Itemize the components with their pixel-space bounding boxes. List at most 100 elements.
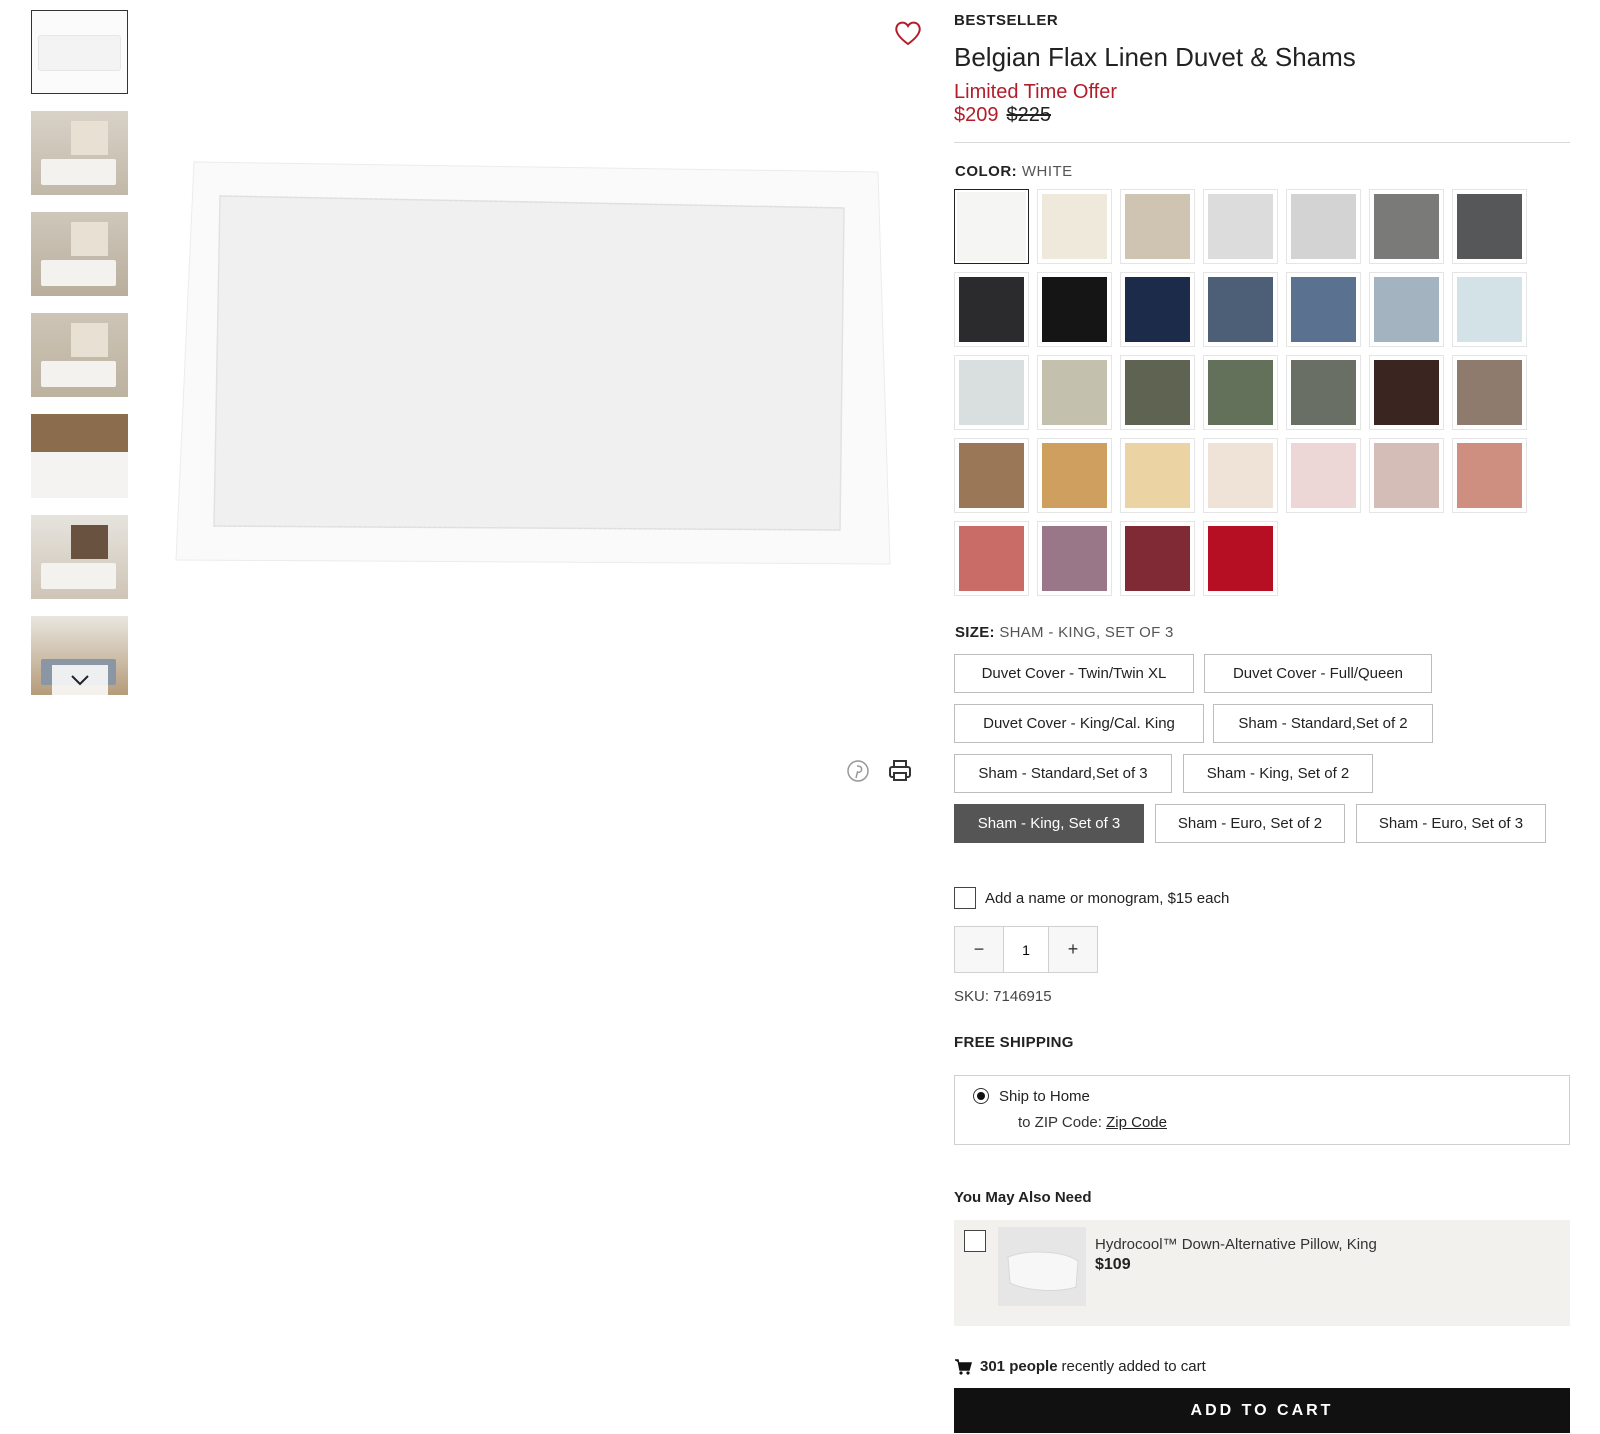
recent-text: recently added to cart — [1061, 1358, 1206, 1375]
add-to-cart-button[interactable]: ADD TO CART — [954, 1388, 1570, 1433]
divider — [954, 142, 1570, 143]
size-option-duvet-twin[interactable]: Duvet Cover - Twin/Twin XL — [954, 654, 1194, 693]
color-swatch[interactable] — [954, 521, 1029, 596]
thumbnail-5[interactable] — [31, 414, 128, 498]
size-option-sham-king-2[interactable]: Sham - King, Set of 2 — [1183, 754, 1373, 793]
swatch-fill — [1125, 277, 1190, 342]
swatch-fill — [1042, 360, 1107, 425]
color-swatch[interactable] — [1037, 272, 1112, 347]
size-option-sham-king-3[interactable]: Sham - King, Set of 3 — [954, 804, 1144, 843]
also-need-checkbox[interactable] — [964, 1230, 986, 1252]
swatch-fill — [1125, 360, 1190, 425]
color-swatch[interactable] — [954, 355, 1029, 430]
swatch-fill — [1042, 526, 1107, 591]
swatch-fill — [1457, 194, 1522, 259]
color-value: WHITE — [1021, 163, 1073, 180]
recently-added: 301 people recently added to cart — [954, 1358, 1206, 1375]
swatch-fill — [1208, 526, 1273, 591]
swatch-fill — [957, 192, 1026, 261]
swatch-fill — [959, 443, 1024, 508]
monogram-checkbox[interactable] — [954, 887, 976, 909]
color-swatch[interactable] — [954, 189, 1029, 264]
swatch-fill — [1291, 360, 1356, 425]
swatch-fill — [1042, 277, 1107, 342]
color-swatch[interactable] — [1203, 189, 1278, 264]
color-label: COLOR: WHITE — [955, 163, 1073, 180]
also-need-price: $109 — [1095, 1256, 1131, 1273]
quantity-input[interactable] — [1003, 927, 1049, 972]
color-swatch[interactable] — [954, 438, 1029, 513]
thumbnail-7[interactable] — [31, 616, 128, 695]
color-swatch[interactable] — [1452, 189, 1527, 264]
swatch-fill — [1374, 360, 1439, 425]
also-need-name[interactable]: Hydrocool™ Down-Alternative Pillow, King — [1095, 1236, 1377, 1253]
chevron-down-icon — [71, 675, 89, 686]
thumbnail-scroll-down[interactable] — [52, 665, 108, 695]
color-swatch[interactable] — [1286, 272, 1361, 347]
color-swatch[interactable] — [1369, 272, 1444, 347]
swatch-fill — [1457, 360, 1522, 425]
quantity-increase-button[interactable]: + — [1049, 927, 1097, 972]
offer-label: Limited Time Offer — [954, 81, 1118, 103]
thumbnail-2[interactable] — [31, 111, 128, 195]
size-option-sham-euro-3[interactable]: Sham - Euro, Set of 3 — [1356, 804, 1546, 843]
thumbnail-1[interactable] — [31, 10, 128, 94]
also-need-item: Hydrocool™ Down-Alternative Pillow, King… — [954, 1220, 1570, 1326]
size-option-duvet-full-queen[interactable]: Duvet Cover - Full/Queen — [1204, 654, 1432, 693]
color-swatch[interactable] — [1286, 355, 1361, 430]
thumbnail-4[interactable] — [31, 313, 128, 397]
swatch-fill — [1374, 194, 1439, 259]
swatch-fill — [1457, 277, 1522, 342]
sku-text: SKU: 7146915 — [954, 988, 1052, 1005]
color-swatch[interactable] — [1452, 438, 1527, 513]
color-swatch[interactable] — [1369, 438, 1444, 513]
color-swatch[interactable] — [1037, 189, 1112, 264]
color-swatch[interactable] — [1120, 355, 1195, 430]
color-swatch[interactable] — [1120, 272, 1195, 347]
size-option-duvet-king[interactable]: Duvet Cover - King/Cal. King — [954, 704, 1204, 743]
size-option-sham-standard-3[interactable]: Sham - Standard,Set of 3 — [954, 754, 1172, 793]
color-swatch[interactable] — [1037, 355, 1112, 430]
swatch-fill — [1125, 443, 1190, 508]
quantity-decrease-button[interactable]: − — [955, 927, 1003, 972]
monogram-option: Add a name or monogram, $15 each — [954, 887, 1229, 909]
color-swatch[interactable] — [1037, 438, 1112, 513]
heart-icon[interactable] — [893, 18, 923, 48]
color-swatch[interactable] — [1203, 355, 1278, 430]
color-swatch[interactable] — [1203, 438, 1278, 513]
swatch-fill — [1042, 194, 1107, 259]
color-swatch[interactable] — [1452, 355, 1527, 430]
pinterest-icon[interactable] — [846, 759, 870, 783]
size-option-sham-standard-2[interactable]: Sham - Standard,Set of 2 — [1213, 704, 1433, 743]
thumbnail-3[interactable] — [31, 212, 128, 296]
zip-prefix: to ZIP Code: — [1018, 1114, 1102, 1131]
color-swatch[interactable] — [1120, 438, 1195, 513]
thumbnail-6[interactable] — [31, 515, 128, 599]
color-swatch[interactable] — [1369, 355, 1444, 430]
shipping-heading: FREE SHIPPING — [954, 1034, 1074, 1051]
color-swatch[interactable] — [1203, 521, 1278, 596]
color-swatch[interactable] — [1037, 521, 1112, 596]
swatch-fill — [1208, 360, 1273, 425]
swatch-fill — [959, 360, 1024, 425]
price: $209 $225 — [954, 104, 1051, 127]
color-swatch[interactable] — [1286, 189, 1361, 264]
pillow-thumbnail[interactable] — [998, 1227, 1086, 1306]
price-original: $225 — [1006, 104, 1052, 126]
swatch-fill — [1208, 277, 1273, 342]
color-swatch[interactable] — [1203, 272, 1278, 347]
product-image — [175, 161, 891, 565]
color-swatch[interactable] — [1120, 189, 1195, 264]
product-title: Belgian Flax Linen Duvet & Shams — [954, 42, 1356, 72]
size-value: SHAM - KING, SET OF 3 — [999, 624, 1174, 641]
bestseller-badge: BESTSELLER — [954, 12, 1059, 29]
zip-code-link[interactable]: Zip Code — [1106, 1114, 1167, 1131]
color-swatch[interactable] — [1286, 438, 1361, 513]
color-swatch[interactable] — [1369, 189, 1444, 264]
ship-to-home-radio[interactable] — [973, 1088, 989, 1104]
print-icon[interactable] — [887, 758, 913, 784]
size-option-sham-euro-2[interactable]: Sham - Euro, Set of 2 — [1155, 804, 1345, 843]
color-swatch[interactable] — [954, 272, 1029, 347]
color-swatch[interactable] — [1452, 272, 1527, 347]
color-swatch[interactable] — [1120, 521, 1195, 596]
